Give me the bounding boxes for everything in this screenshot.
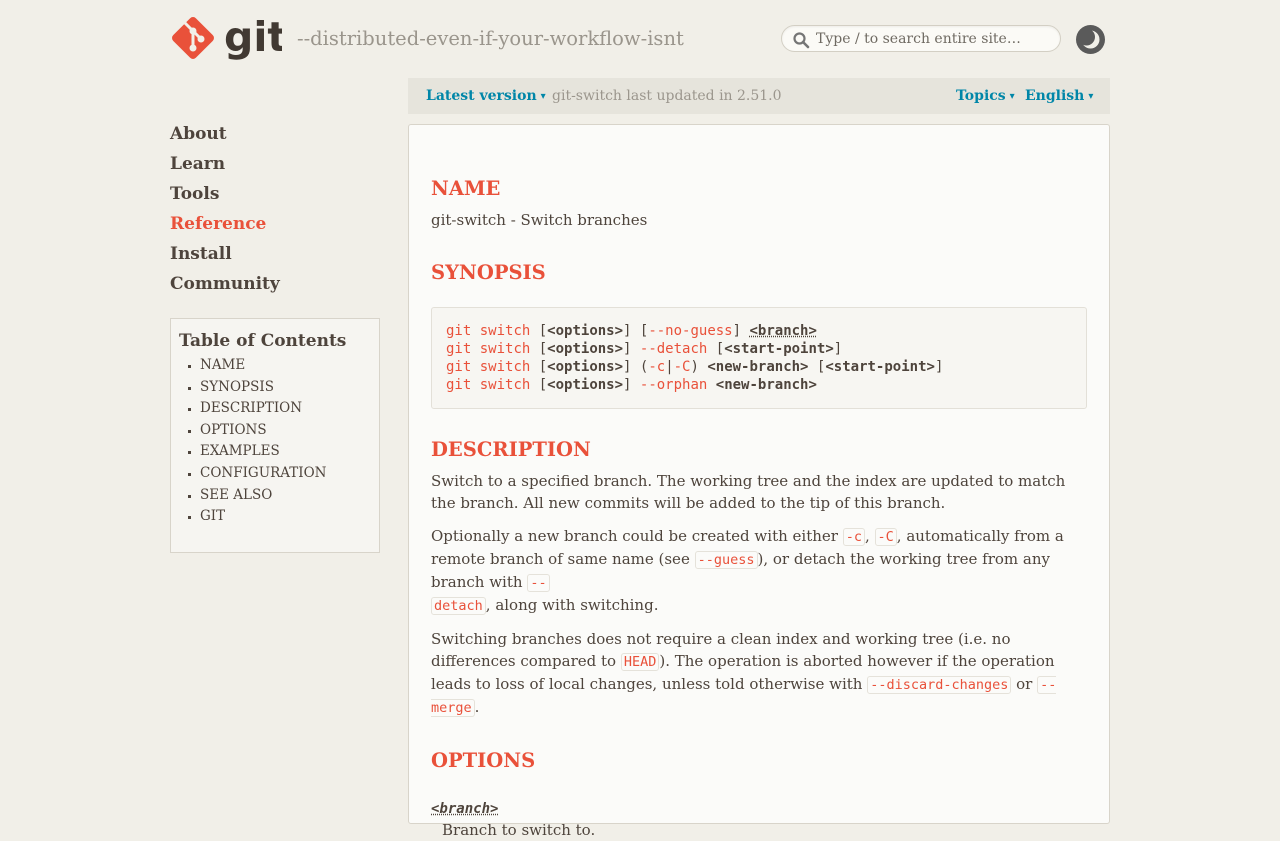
inline-code: -c bbox=[842, 528, 865, 546]
version-bar: Latest version ▾ git-switch last updated … bbox=[408, 78, 1110, 114]
toc-item-name[interactable]: NAME bbox=[200, 355, 371, 377]
inline-code: HEAD bbox=[620, 653, 660, 671]
option-description-branch: Branch to switch to. bbox=[442, 821, 596, 839]
language-label: English bbox=[1025, 88, 1085, 104]
language-dropdown[interactable]: English ▾ bbox=[1025, 88, 1093, 104]
search-box[interactable] bbox=[781, 25, 1061, 52]
inline-code: -- bbox=[527, 574, 550, 592]
latest-version-dropdown[interactable]: Latest version ▾ bbox=[426, 88, 546, 104]
section-heading-options: OPTIONS bbox=[431, 749, 536, 772]
section-heading-synopsis: SYNOPSIS bbox=[431, 261, 546, 284]
inline-code: --guess bbox=[694, 551, 758, 569]
toc-item-options[interactable]: OPTIONS bbox=[200, 420, 371, 442]
toc-item-description[interactable]: DESCRIPTION bbox=[200, 398, 371, 420]
toc-item-see-also[interactable]: SEE ALSO bbox=[200, 485, 371, 507]
moon-icon bbox=[1078, 28, 1100, 49]
synopsis-code-block: git switch [<options>] [--no-guess] <bra… bbox=[431, 307, 1087, 409]
toc-title: Table of Contents bbox=[179, 331, 347, 351]
nav-item-community[interactable]: Community bbox=[170, 274, 280, 304]
inline-code: detach bbox=[431, 597, 486, 615]
toc-item-examples[interactable]: EXAMPLES bbox=[200, 441, 371, 463]
section-heading-description: DESCRIPTION bbox=[431, 438, 591, 461]
git-logo[interactable]: git bbox=[170, 15, 282, 63]
description-paragraph-3: Switching branches does not require a cl… bbox=[431, 630, 1057, 717]
toc-item-synopsis[interactable]: SYNOPSIS bbox=[200, 377, 371, 399]
section-heading-name: NAME bbox=[431, 177, 501, 200]
description-paragraph-2: Optionally a new branch could be created… bbox=[431, 527, 1064, 615]
table-of-contents: Table of Contents NAME SYNOPSIS DESCRIPT… bbox=[170, 318, 380, 553]
option-term-branch[interactable]: <branch> bbox=[431, 798, 1087, 817]
toc-item-configuration[interactable]: CONFIGURATION bbox=[200, 463, 371, 485]
topics-dropdown[interactable]: Topics ▾ bbox=[956, 88, 1015, 104]
topics-label: Topics bbox=[956, 88, 1006, 104]
inline-code: -C bbox=[874, 528, 897, 546]
search-input[interactable] bbox=[816, 29, 1052, 48]
logo-text: git bbox=[224, 15, 282, 61]
chevron-down-icon: ▾ bbox=[540, 91, 546, 102]
inline-code: --discard-changes bbox=[867, 676, 1012, 694]
main-content: NAME git-switch - Switch branches SYNOPS… bbox=[408, 124, 1110, 839]
tagline: --distributed-even-if-your-workflow-isnt bbox=[297, 27, 684, 50]
latest-version-label: Latest version bbox=[426, 88, 537, 104]
name-text: git-switch - Switch branches bbox=[431, 211, 648, 229]
last-updated-text: git-switch last updated in 2.51.0 bbox=[552, 88, 782, 104]
dark-mode-toggle-button[interactable] bbox=[1076, 25, 1105, 54]
search-icon bbox=[793, 32, 810, 49]
nav-item-reference[interactable]: Reference bbox=[170, 214, 280, 244]
description-paragraph-1: Switch to a specified branch. The workin… bbox=[431, 472, 1066, 512]
sidebar-nav: About Learn Tools Reference Install Comm… bbox=[170, 124, 280, 304]
chevron-down-icon: ▾ bbox=[1009, 91, 1015, 102]
toc-item-git[interactable]: GIT bbox=[200, 506, 371, 528]
nav-item-learn[interactable]: Learn bbox=[170, 154, 280, 184]
nav-item-about[interactable]: About bbox=[170, 124, 280, 154]
nav-item-tools[interactable]: Tools bbox=[170, 184, 280, 214]
nav-item-install[interactable]: Install bbox=[170, 244, 280, 274]
chevron-down-icon: ▾ bbox=[1088, 91, 1094, 102]
